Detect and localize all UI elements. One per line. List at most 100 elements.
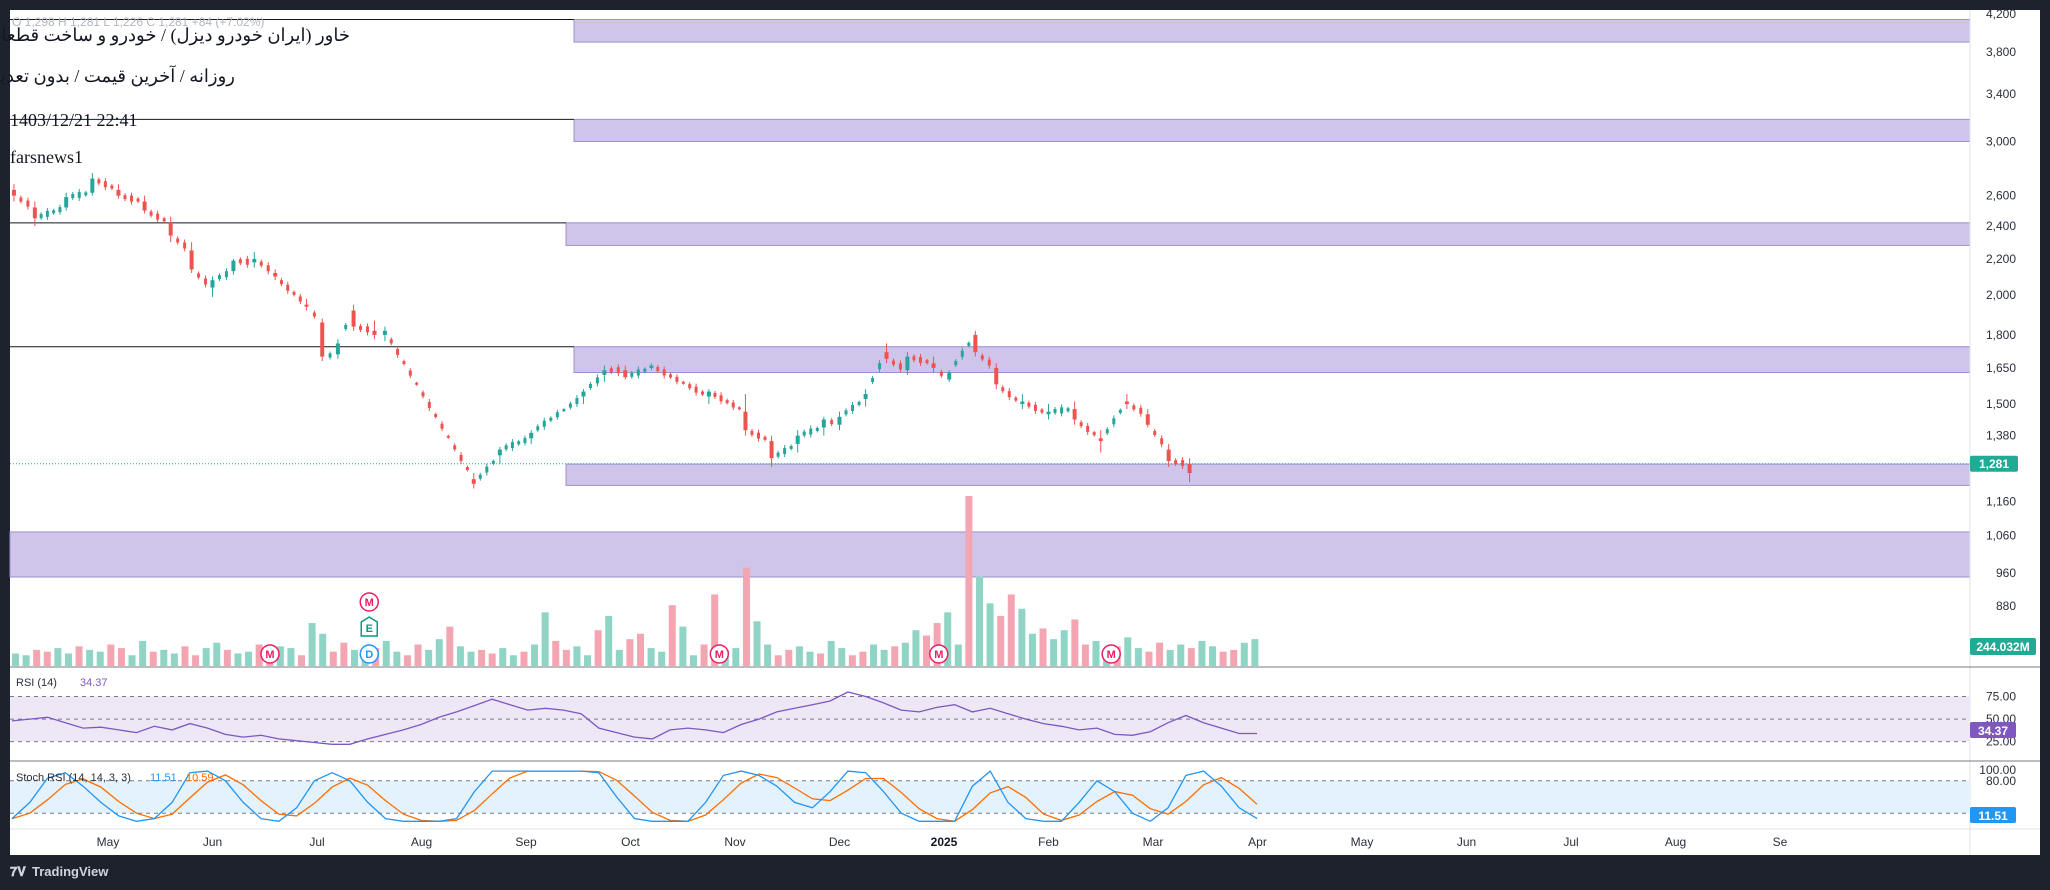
candle-body xyxy=(602,370,607,375)
candle-body xyxy=(568,403,572,408)
price-tick-label: 2,000 xyxy=(1986,288,2016,302)
time-tick-label: May xyxy=(1351,835,1374,849)
candle-body xyxy=(103,181,107,188)
candle-body xyxy=(471,479,476,484)
datetime-label: 1403/12/21 22:41 xyxy=(10,110,138,130)
candle-body xyxy=(52,210,56,214)
candle-body xyxy=(504,445,508,450)
volume-bar xyxy=(319,633,327,666)
candle-body xyxy=(669,374,673,378)
volume-bar xyxy=(541,612,549,666)
earnings-marker-icon: E xyxy=(360,616,378,637)
candle-body xyxy=(649,365,654,368)
candle-body xyxy=(837,416,842,425)
price-tick-label: 1,650 xyxy=(1986,361,2016,375)
time-tick-label: Feb xyxy=(1038,835,1059,849)
candle-body xyxy=(967,342,971,346)
candle-body xyxy=(39,214,43,219)
volume-bar xyxy=(997,615,1005,666)
candle-body xyxy=(595,377,599,384)
candle-body xyxy=(939,371,943,376)
candle-body xyxy=(189,250,194,270)
volume-bar xyxy=(986,603,994,666)
candle-body xyxy=(1181,460,1185,467)
candle-body xyxy=(71,194,75,199)
candle-body xyxy=(366,326,370,333)
time-tick-label: Nov xyxy=(724,835,745,849)
rsi-badge: 34.37 xyxy=(1970,722,2016,738)
tradingview-logo-icon[interactable]: 𝟕𝐕 xyxy=(10,864,26,879)
candle-body xyxy=(245,258,249,265)
candle-body xyxy=(750,430,754,435)
candle-body xyxy=(84,192,88,196)
candle-body xyxy=(478,474,482,479)
time-tick-label: Jul xyxy=(309,835,324,849)
zone-3 xyxy=(573,346,1971,374)
stoch-d-value: 10.59 xyxy=(186,772,214,784)
price-tick-label: 1,160 xyxy=(1986,494,2016,508)
volume-bar xyxy=(795,646,803,666)
candle-body xyxy=(1027,402,1031,407)
volume-bar xyxy=(467,651,475,666)
volume-bar xyxy=(1071,619,1079,666)
volume-bar xyxy=(340,642,348,666)
volume-bar xyxy=(128,655,136,666)
candle-body xyxy=(32,207,37,219)
candle-body xyxy=(45,210,49,217)
time-tick-label: Jun xyxy=(1457,835,1476,849)
candle-body xyxy=(575,398,579,405)
candle-body xyxy=(725,400,729,404)
volume-bar xyxy=(785,649,793,666)
zone-2 xyxy=(565,222,1971,246)
candle-body xyxy=(26,200,30,207)
candle-body xyxy=(1007,391,1011,398)
volume-bar xyxy=(509,655,517,666)
volume-bar xyxy=(1219,651,1227,666)
volume-bar xyxy=(1081,644,1089,666)
candle-body xyxy=(335,343,340,355)
last-price-badge: 1,281 xyxy=(1970,455,2018,472)
candle-body xyxy=(821,419,826,428)
time-tick-label: Se xyxy=(1773,835,1788,849)
candle-body xyxy=(434,414,438,418)
chart-canvas[interactable]: MMED M M M O 1,298 H 1,281 L 1,226 C 1,281 … xyxy=(0,0,2050,890)
volume-bar xyxy=(700,644,708,666)
volume-bar xyxy=(414,644,422,666)
volume-bar xyxy=(75,646,83,666)
candle-body xyxy=(743,411,748,431)
volume-value: 244.032M xyxy=(1976,640,2029,654)
stoch-label: Stoch RSI (14, 14, 3, 3) xyxy=(16,772,131,784)
candle-body xyxy=(421,392,425,397)
volume-bar xyxy=(753,621,761,666)
candle-body xyxy=(912,356,916,361)
volume-bar xyxy=(880,649,888,666)
candle-body xyxy=(1086,425,1090,432)
candle-body xyxy=(769,441,774,459)
candle-body xyxy=(292,291,296,295)
volume-bar xyxy=(732,648,740,666)
candle-body xyxy=(643,368,647,372)
volume-bar xyxy=(668,605,676,666)
volume-bar xyxy=(54,648,62,666)
price-tick-label: 3,400 xyxy=(1986,87,2016,101)
time-tick-label: Jul xyxy=(1563,835,1578,849)
time-tick-label: Sep xyxy=(515,835,537,849)
zone-4 xyxy=(565,463,1971,486)
volume-bar xyxy=(96,651,104,666)
marker-letter: M xyxy=(934,649,943,661)
volume-bar xyxy=(329,651,337,666)
candle-body xyxy=(815,427,819,431)
volume-bar xyxy=(33,649,41,666)
candle-body xyxy=(878,363,882,370)
candle-body xyxy=(266,265,270,272)
price-tick-label: 2,200 xyxy=(1986,252,2016,266)
volume-bar xyxy=(149,651,157,666)
candle-body xyxy=(809,428,813,435)
volume-bar xyxy=(859,651,867,666)
rsi-value: 34.37 xyxy=(80,677,108,689)
volume-bar xyxy=(584,655,592,666)
rsi-label: RSI (14) xyxy=(16,677,57,689)
candle-body xyxy=(1033,404,1037,411)
time-tick-label: Dec xyxy=(829,835,850,849)
candle-body xyxy=(795,435,800,444)
